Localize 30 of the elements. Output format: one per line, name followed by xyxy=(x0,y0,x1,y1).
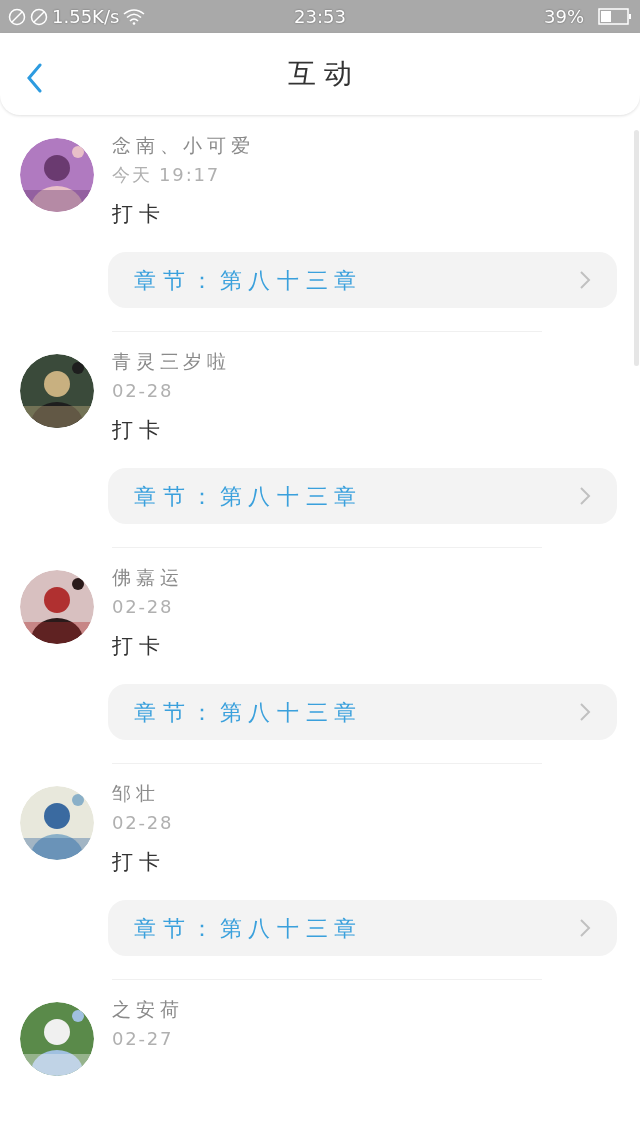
chevron-right-icon xyxy=(579,918,591,938)
page-title: 互动 xyxy=(286,56,361,92)
post-date: 02-28 xyxy=(112,594,174,619)
blocked-icon xyxy=(8,7,26,26)
comment-text: 打卡 xyxy=(112,417,167,445)
comment-text: 打卡 xyxy=(112,633,167,661)
chevron-right-icon xyxy=(579,702,591,722)
user-name: 青灵三岁啦 xyxy=(112,348,231,374)
network-speed: 1.55K/s xyxy=(52,5,120,29)
chevron-right-icon xyxy=(579,270,591,290)
comment-text: 打卡 xyxy=(112,849,167,877)
comment-text: 打卡 xyxy=(112,201,167,229)
user-name: 之安荷 xyxy=(112,996,184,1022)
post-date: 02-28 xyxy=(112,378,174,403)
chevron-right-icon xyxy=(579,486,591,506)
battery-icon xyxy=(598,8,632,25)
post-date: 02-27 xyxy=(112,1026,174,1051)
chapter-link[interactable]: 章节：第八十三章 xyxy=(108,252,617,308)
chapter-link[interactable]: 章节：第八十三章 xyxy=(108,900,617,956)
clock: 23:53 xyxy=(294,5,346,29)
user-name: 念南、小可爱 xyxy=(112,132,255,158)
chapter-link[interactable]: 章节：第八十三章 xyxy=(108,684,617,740)
chapter-link[interactable]: 章节：第八十三章 xyxy=(108,468,617,524)
wifi-icon xyxy=(123,8,146,25)
user-name: 邹壮 xyxy=(112,780,160,806)
blocked-icon xyxy=(30,7,48,26)
user-name: 佛嘉运 xyxy=(112,564,184,590)
post-date: 今天 19:17 xyxy=(112,162,220,187)
battery-level: 39% xyxy=(544,5,584,29)
post-date: 02-28 xyxy=(112,810,174,835)
